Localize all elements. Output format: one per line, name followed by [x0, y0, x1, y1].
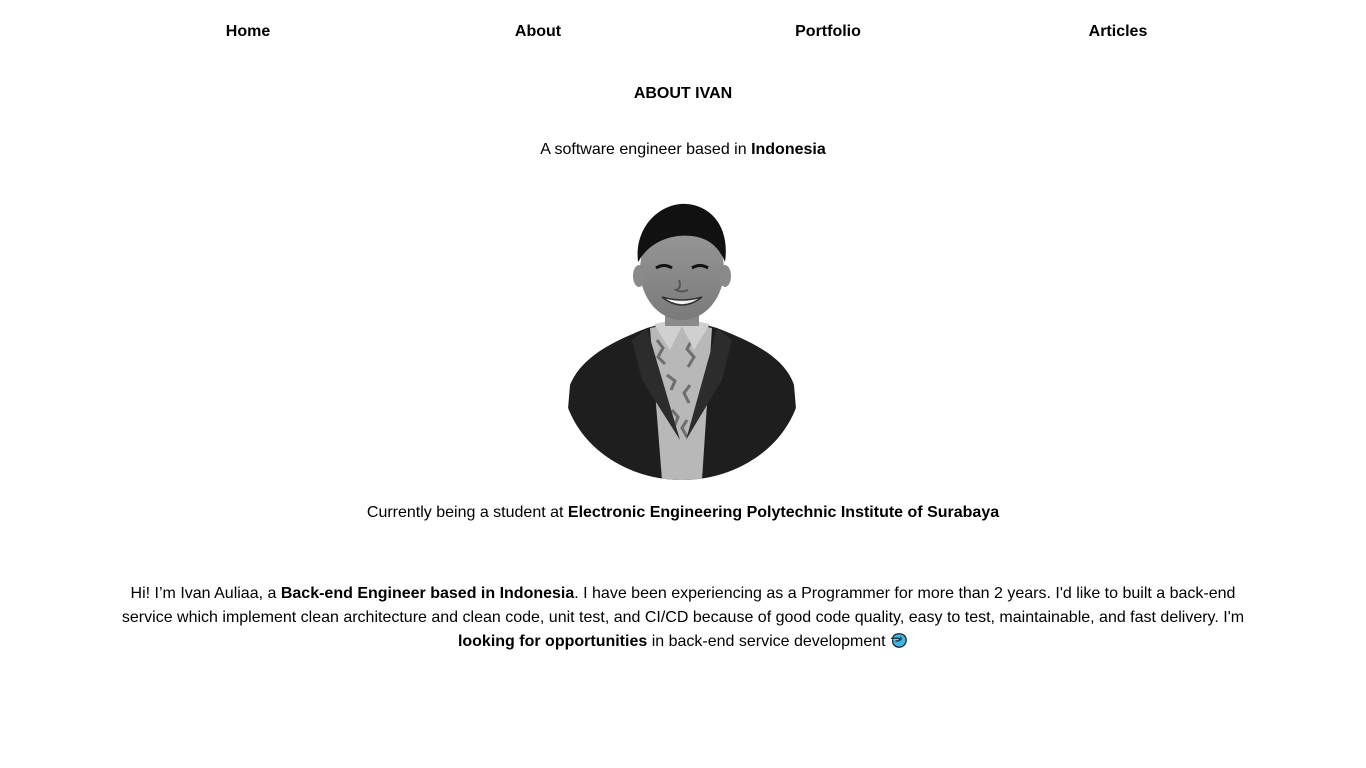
profile-photo	[562, 203, 802, 480]
nav-portfolio[interactable]: Portfolio	[795, 23, 861, 41]
hand-pointing-icon	[890, 633, 907, 648]
student-text: Currently being a student at	[366, 504, 568, 521]
student-info: Currently being a student at Electronic …	[0, 504, 1366, 522]
nav-articles[interactable]: Articles	[1089, 23, 1148, 41]
nav-about[interactable]: About	[515, 23, 561, 41]
subtitle-text: A software engineer based in	[540, 141, 752, 158]
page-subtitle: A software engineer based in Indonesia	[0, 141, 1366, 159]
subtitle-location: Indonesia	[751, 141, 826, 158]
bio-role: Back-end Engineer based in Indonesia	[280, 585, 575, 602]
bio-text-1: Hi! I’m Ivan Auliaa, a	[130, 585, 281, 602]
bio-opportunities: looking for opportunities	[457, 633, 648, 650]
bio-text-3: in back-end service development	[647, 633, 891, 650]
page-title: ABOUT IVAN	[633, 85, 733, 102]
main-nav: Home About Portfolio Articles	[0, 20, 1366, 46]
nav-home[interactable]: Home	[226, 23, 270, 41]
bio-paragraph: Hi! I’m Ivan Auliaa, a Back-end Engineer…	[112, 582, 1254, 654]
student-institution: Electronic Engineering Polytechnic Insti…	[567, 504, 1000, 521]
